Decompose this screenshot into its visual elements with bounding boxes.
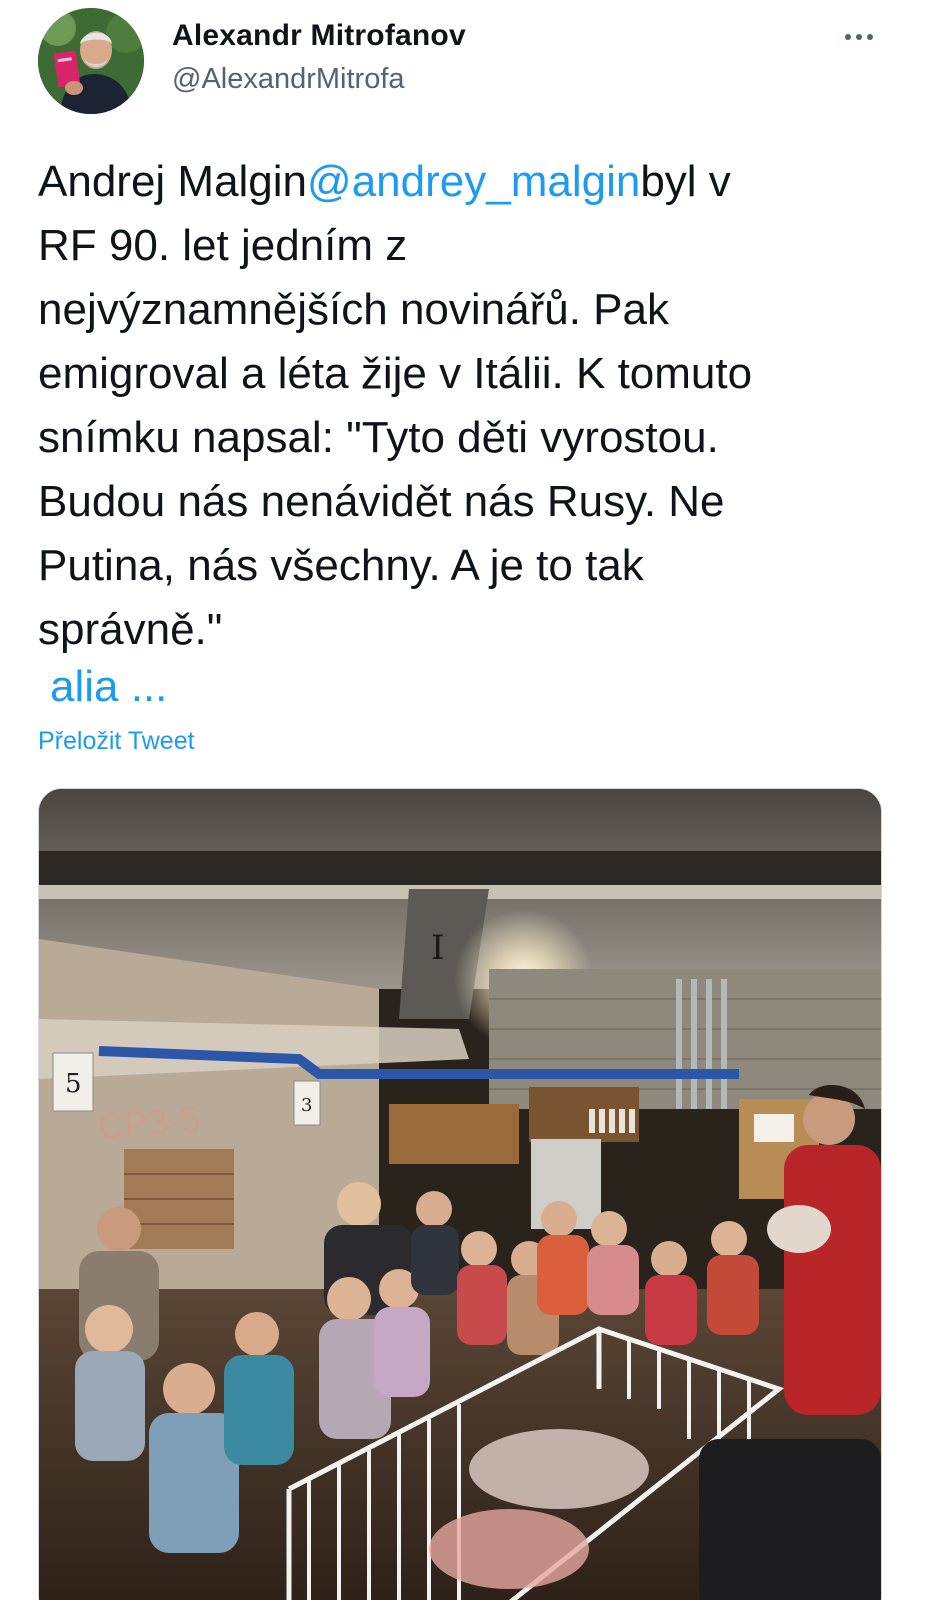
more-options-button[interactable]: [834, 22, 884, 52]
translate-tweet-link[interactable]: Přeložit Tweet: [38, 727, 195, 756]
tweet-text-segment: Andrej Malgin: [38, 157, 308, 206]
tweet-text-segment: byl v: [640, 157, 731, 206]
tweet-text: Andrej Malgin@andrey_malginbyl v RF 90. …: [38, 150, 898, 662]
tweet-text-line: snímku napsal: "Tyto děti vyrostou.: [38, 413, 719, 462]
more-dots-icon: [867, 34, 873, 40]
sign-3-text: 3: [301, 1095, 312, 1116]
profile-photo-icon: [38, 8, 144, 114]
tweet-text-line: RF 90. let jedním z: [38, 221, 408, 270]
more-dots-icon: [845, 34, 851, 40]
show-more-link[interactable]: alia ...: [50, 655, 167, 719]
tweet-text-line: emigroval a léta žije v Itálii. K tomuto: [38, 349, 753, 398]
svg-text:I: I: [431, 928, 444, 968]
tweet-text-line: nejvýznamnějších novinářů. Pak: [38, 285, 669, 334]
basement-shelter-photo: I 5 3 СР3-5: [39, 789, 881, 1600]
tweet: Alexandr Mitrofanov @AlexandrMitrofa And…: [0, 0, 935, 1600]
tweet-text-line: správně.": [38, 605, 223, 654]
tweet-text-line: Putina, nás všechny. A je to tak: [38, 541, 644, 590]
tweet-text-line: Budou nás nenávidět nás Rusy. Ne: [38, 477, 725, 526]
author-handle[interactable]: @AlexandrMitrofa: [172, 63, 405, 96]
sign-5-text: 5: [65, 1069, 82, 1099]
avatar[interactable]: [38, 8, 144, 114]
more-dots-icon: [856, 34, 862, 40]
tweet-text-line: Andrej Malgin@andrey_malginbyl v: [38, 150, 898, 214]
wall-graffiti-text: СР3-5: [97, 1099, 202, 1147]
tweet-photo[interactable]: I 5 3 СР3-5: [38, 788, 882, 1600]
mention-link[interactable]: @andrey_malgin: [307, 157, 640, 206]
author-display-name[interactable]: Alexandr Mitrofanov: [172, 19, 466, 53]
